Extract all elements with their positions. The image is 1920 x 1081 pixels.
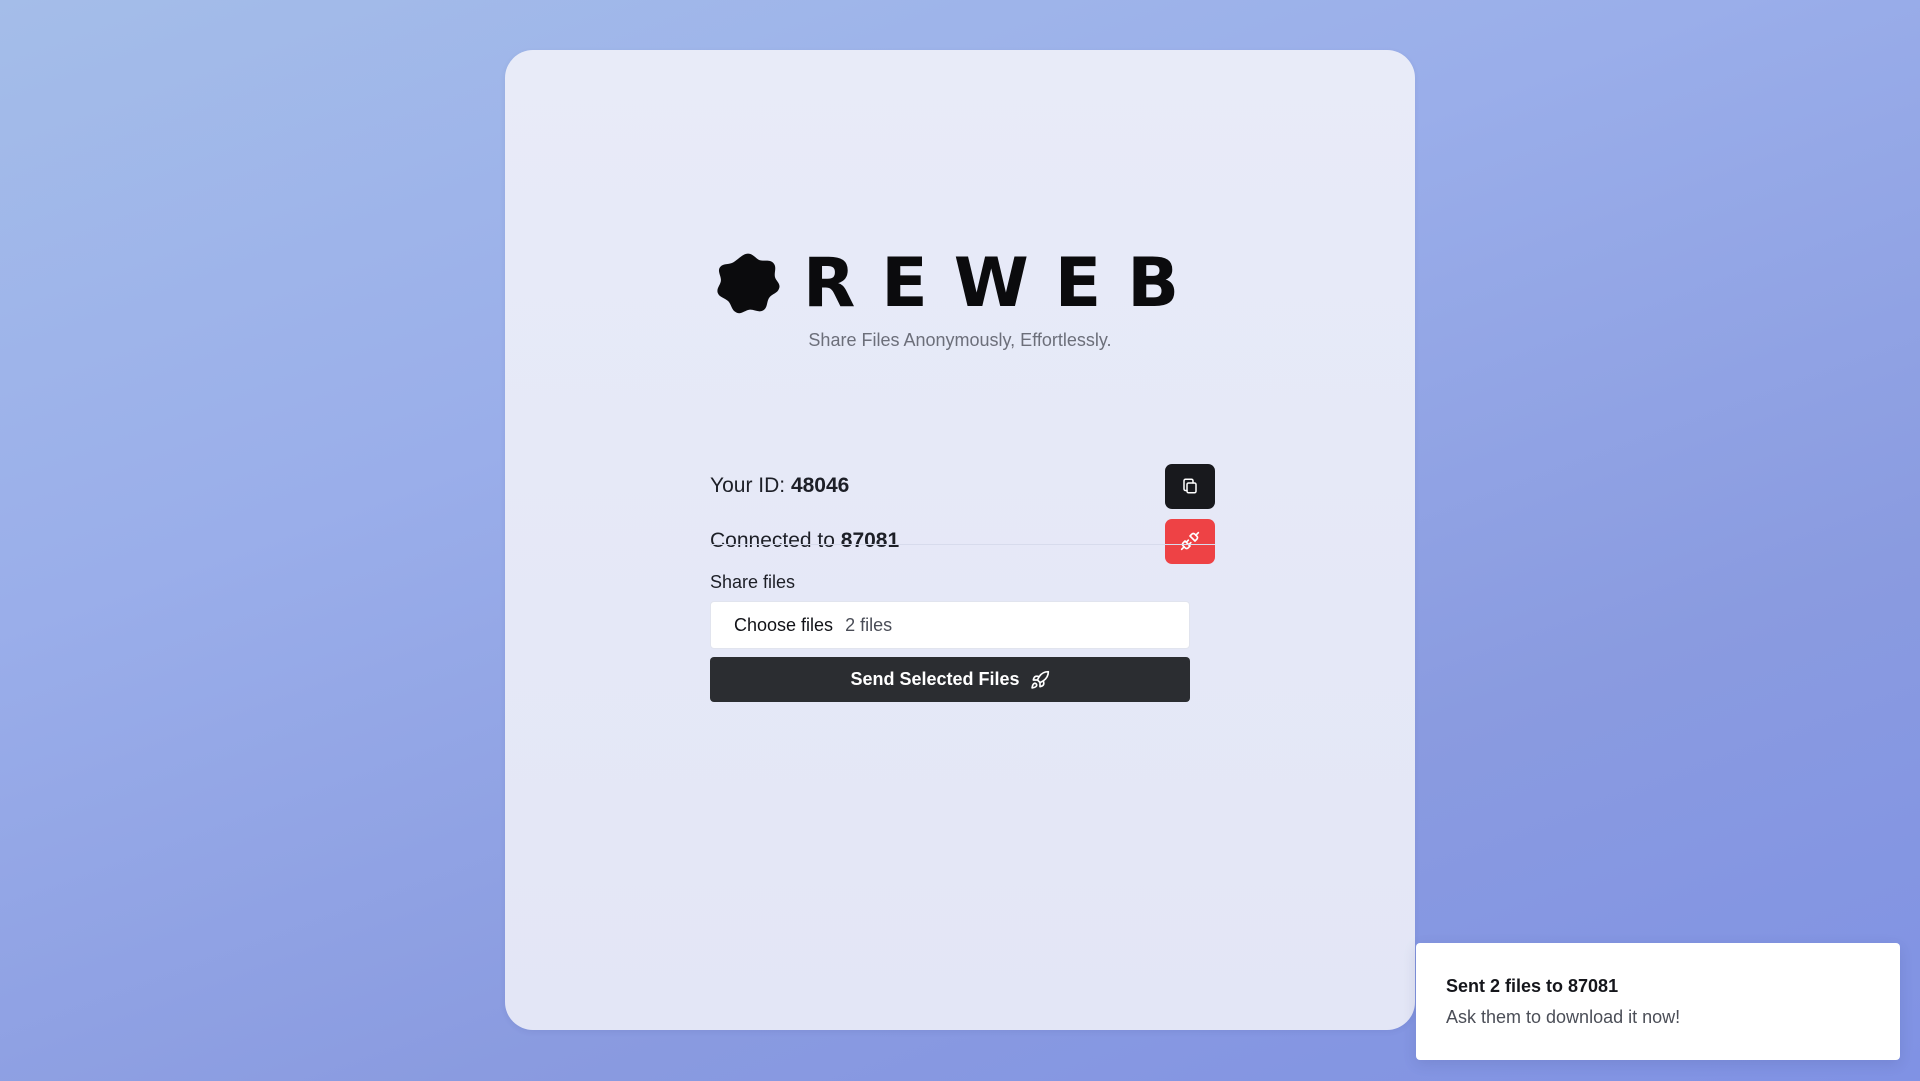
connection-text: Connected to 87081	[710, 529, 899, 553]
your-id-label: Your ID:	[710, 474, 791, 497]
send-button-label: Send Selected Files	[850, 669, 1020, 689]
share-files-label: Share files	[710, 572, 796, 592]
choose-files-button[interactable]: Choose files	[734, 615, 833, 636]
your-id-text: Your ID: 48046	[710, 474, 849, 498]
brand-logo: REWEB	[505, 244, 1415, 324]
copy-icon	[1183, 478, 1197, 494]
toast-message: Ask them to download it now!	[1446, 1007, 1681, 1027]
main-card: REWEB Share Files Anonymously, Effortles…	[505, 50, 1415, 1030]
tagline: Share Files Anonymously, Effortlessly.	[808, 330, 1112, 350]
your-id-row: Your ID: 48046	[710, 463, 1215, 509]
disconnect-button[interactable]	[1165, 518, 1215, 564]
send-selected-files-button[interactable]: Send Selected Files	[710, 657, 1190, 702]
flower-logo-icon	[717, 253, 780, 314]
file-picker-field[interactable]: Choose files 2 files	[710, 601, 1190, 649]
rocket-icon	[1030, 670, 1050, 690]
connection-label: Connected to	[710, 529, 841, 552]
connection-row: Connected to 87081	[710, 518, 1215, 564]
section-divider	[710, 544, 1215, 545]
your-id-value: 48046	[790, 474, 850, 497]
selected-files-status: 2 files	[845, 614, 893, 635]
notification-toast: Sent 2 files to 87081 Ask them to downlo…	[1416, 943, 1900, 1060]
toast-title: Sent 2 files to 87081	[1446, 976, 1619, 996]
copy-id-button[interactable]	[1165, 463, 1215, 509]
peer-id-value: 87081	[840, 529, 900, 552]
unplug-icon	[1180, 531, 1200, 551]
brand-name: REWEB	[802, 244, 1206, 323]
